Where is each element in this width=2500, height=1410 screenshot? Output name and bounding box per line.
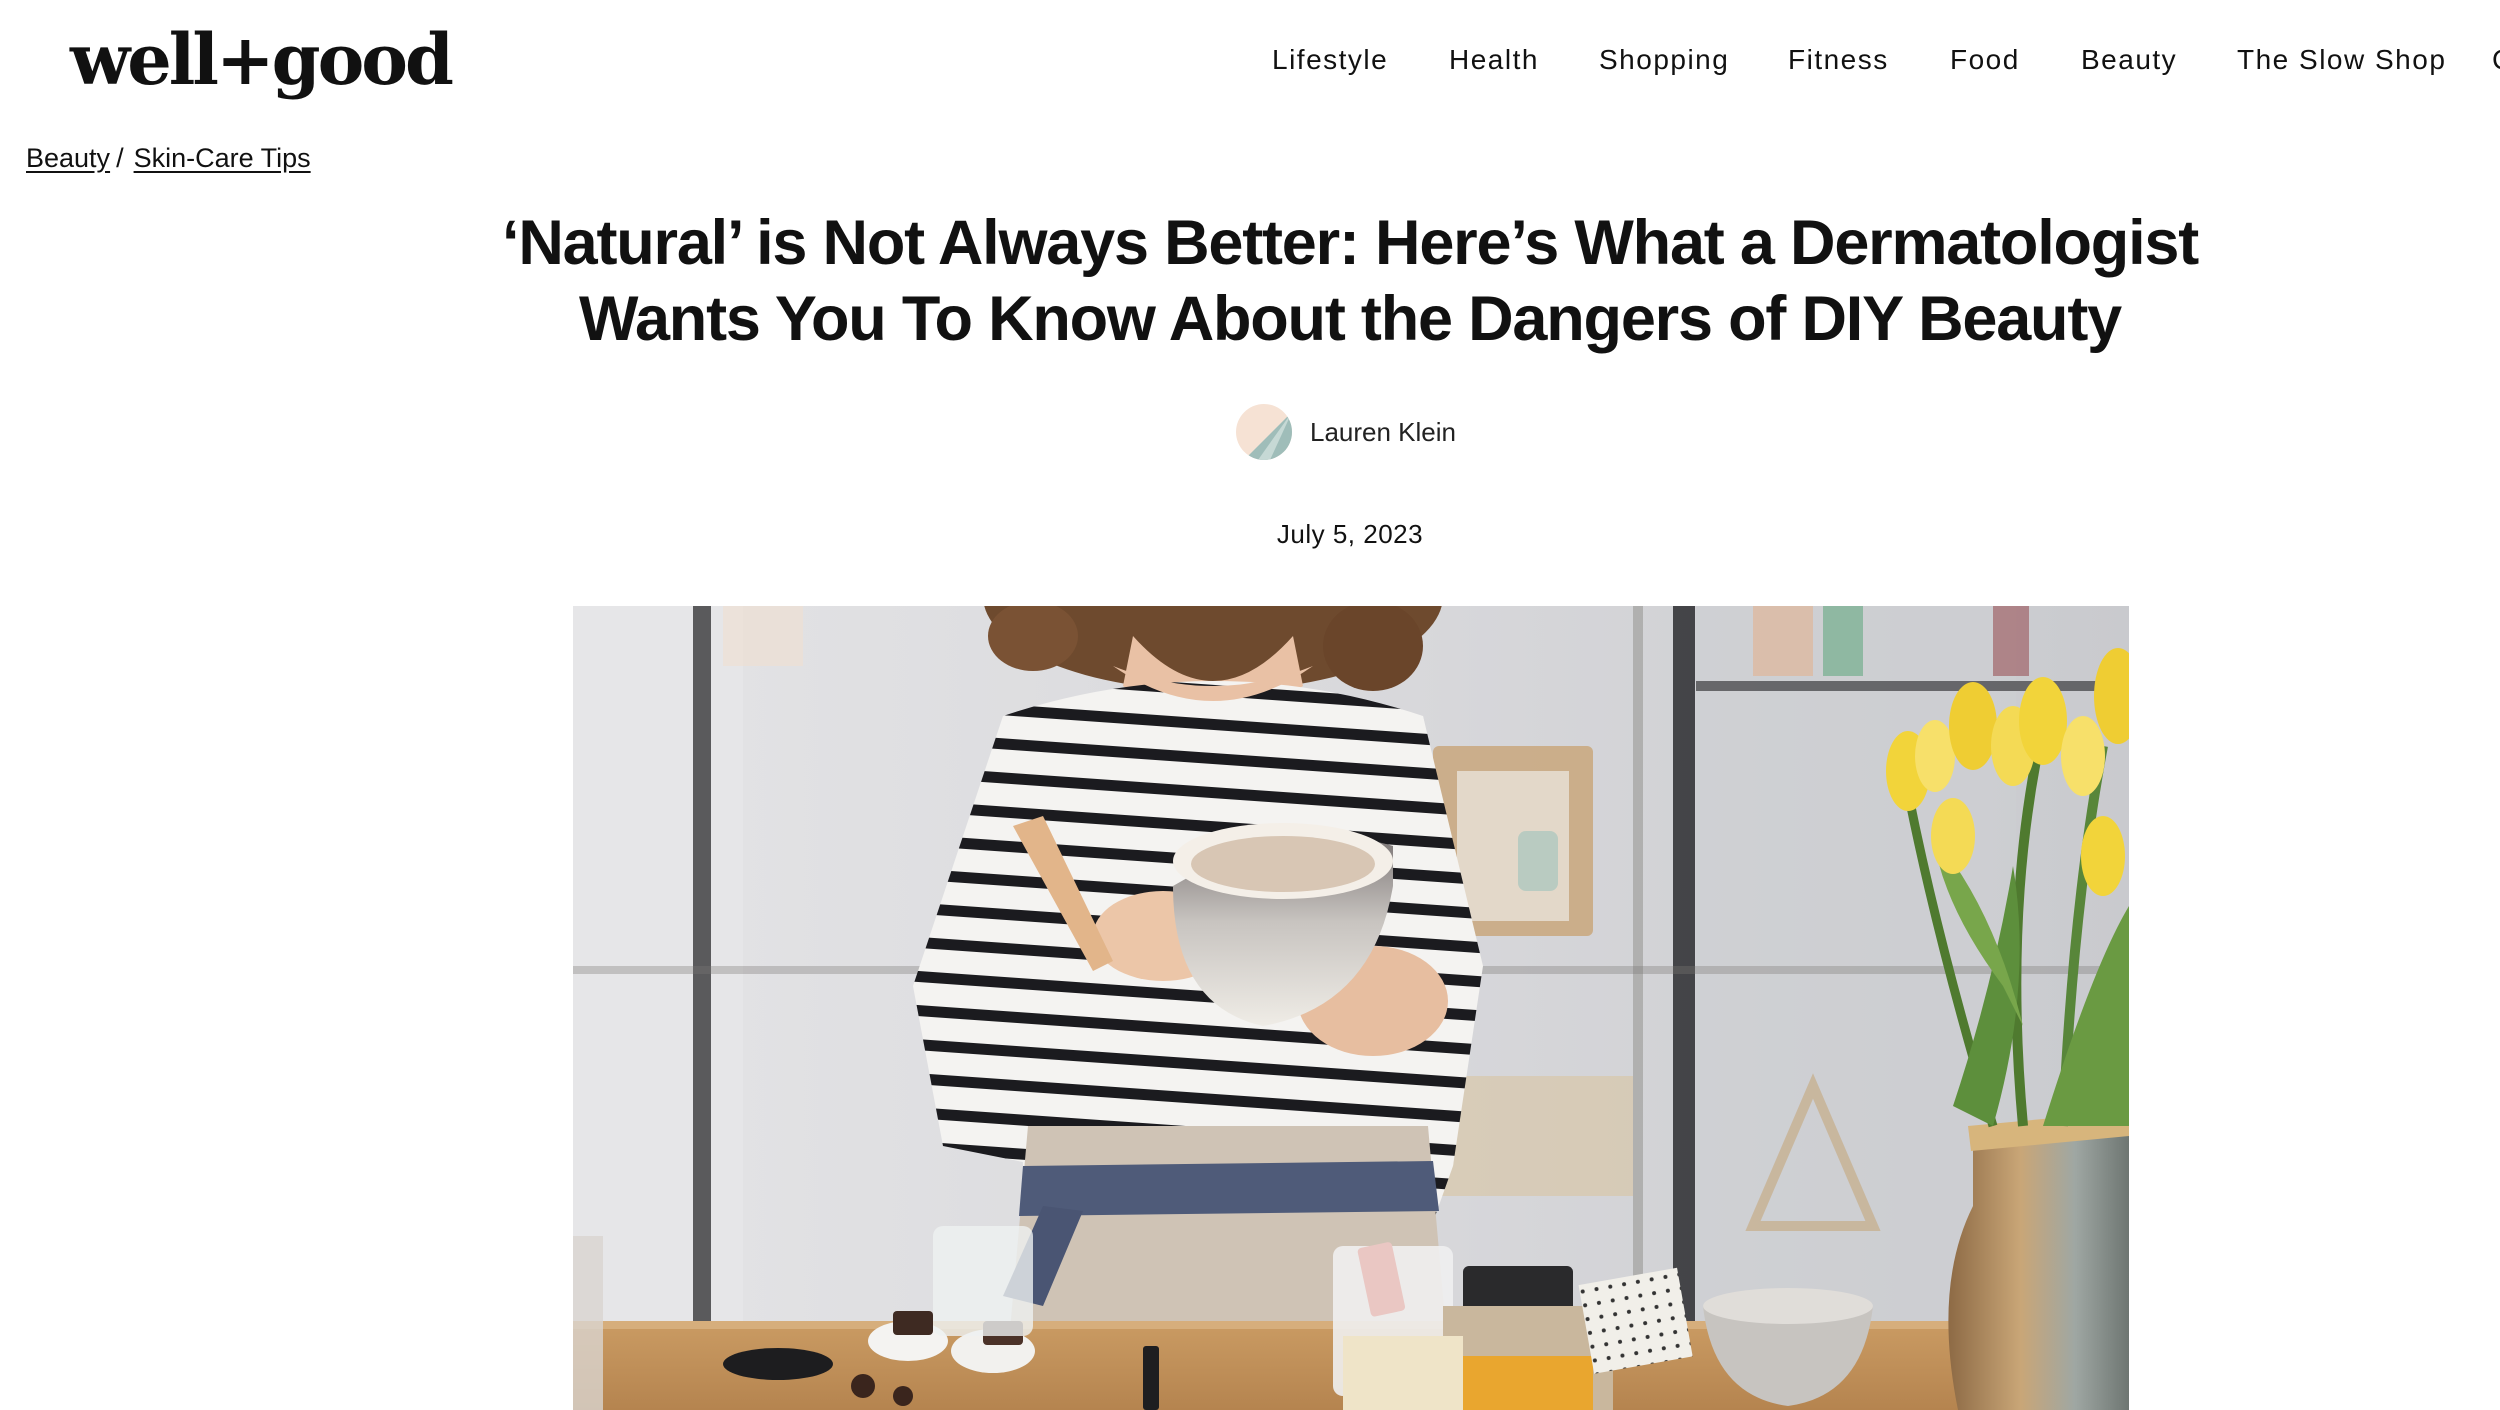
nav-item-overflow[interactable]: C: [2492, 38, 2500, 82]
site-logo[interactable]: well+good: [70, 10, 454, 110]
nav-item-shopping[interactable]: Shopping: [1599, 38, 1729, 82]
article-title-line-2: Wants You To Know About the Dangers of D…: [579, 284, 2122, 354]
nav-item-fitness[interactable]: Fitness: [1788, 38, 1889, 82]
author-name[interactable]: Lauren Klein: [1310, 412, 1456, 452]
nav-item-the-slow-shop[interactable]: The Slow Shop: [2237, 38, 2446, 82]
nav-item-food[interactable]: Food: [1950, 38, 2020, 82]
photo-woman-mixing-diy-skincare-bowl: [573, 606, 2129, 1410]
nav-item-health[interactable]: Health: [1449, 38, 1539, 82]
nav-item-beauty[interactable]: Beauty: [2081, 38, 2177, 82]
publish-date: July 5, 2023: [1276, 519, 1424, 549]
article-title-line-1: ‘Natural’ is Not Always Better: Here’s W…: [502, 208, 2199, 278]
breadcrumb-separator: /: [116, 143, 124, 173]
breadcrumb: Beauty / Skin-Care Tips: [26, 138, 311, 178]
breadcrumb-link-skin-care-tips[interactable]: Skin-Care Tips: [134, 143, 311, 173]
nav-item-lifestyle[interactable]: Lifestyle: [1272, 38, 1388, 82]
hero-image: [573, 606, 2129, 1410]
author-avatar[interactable]: [1236, 404, 1292, 460]
breadcrumb-link-beauty[interactable]: Beauty: [26, 143, 110, 173]
article-title: ‘Natural’ is Not Always Better: Here’s W…: [400, 205, 2300, 357]
site-header: well+good Lifestyle Health Shopping Fitn…: [0, 0, 2500, 120]
